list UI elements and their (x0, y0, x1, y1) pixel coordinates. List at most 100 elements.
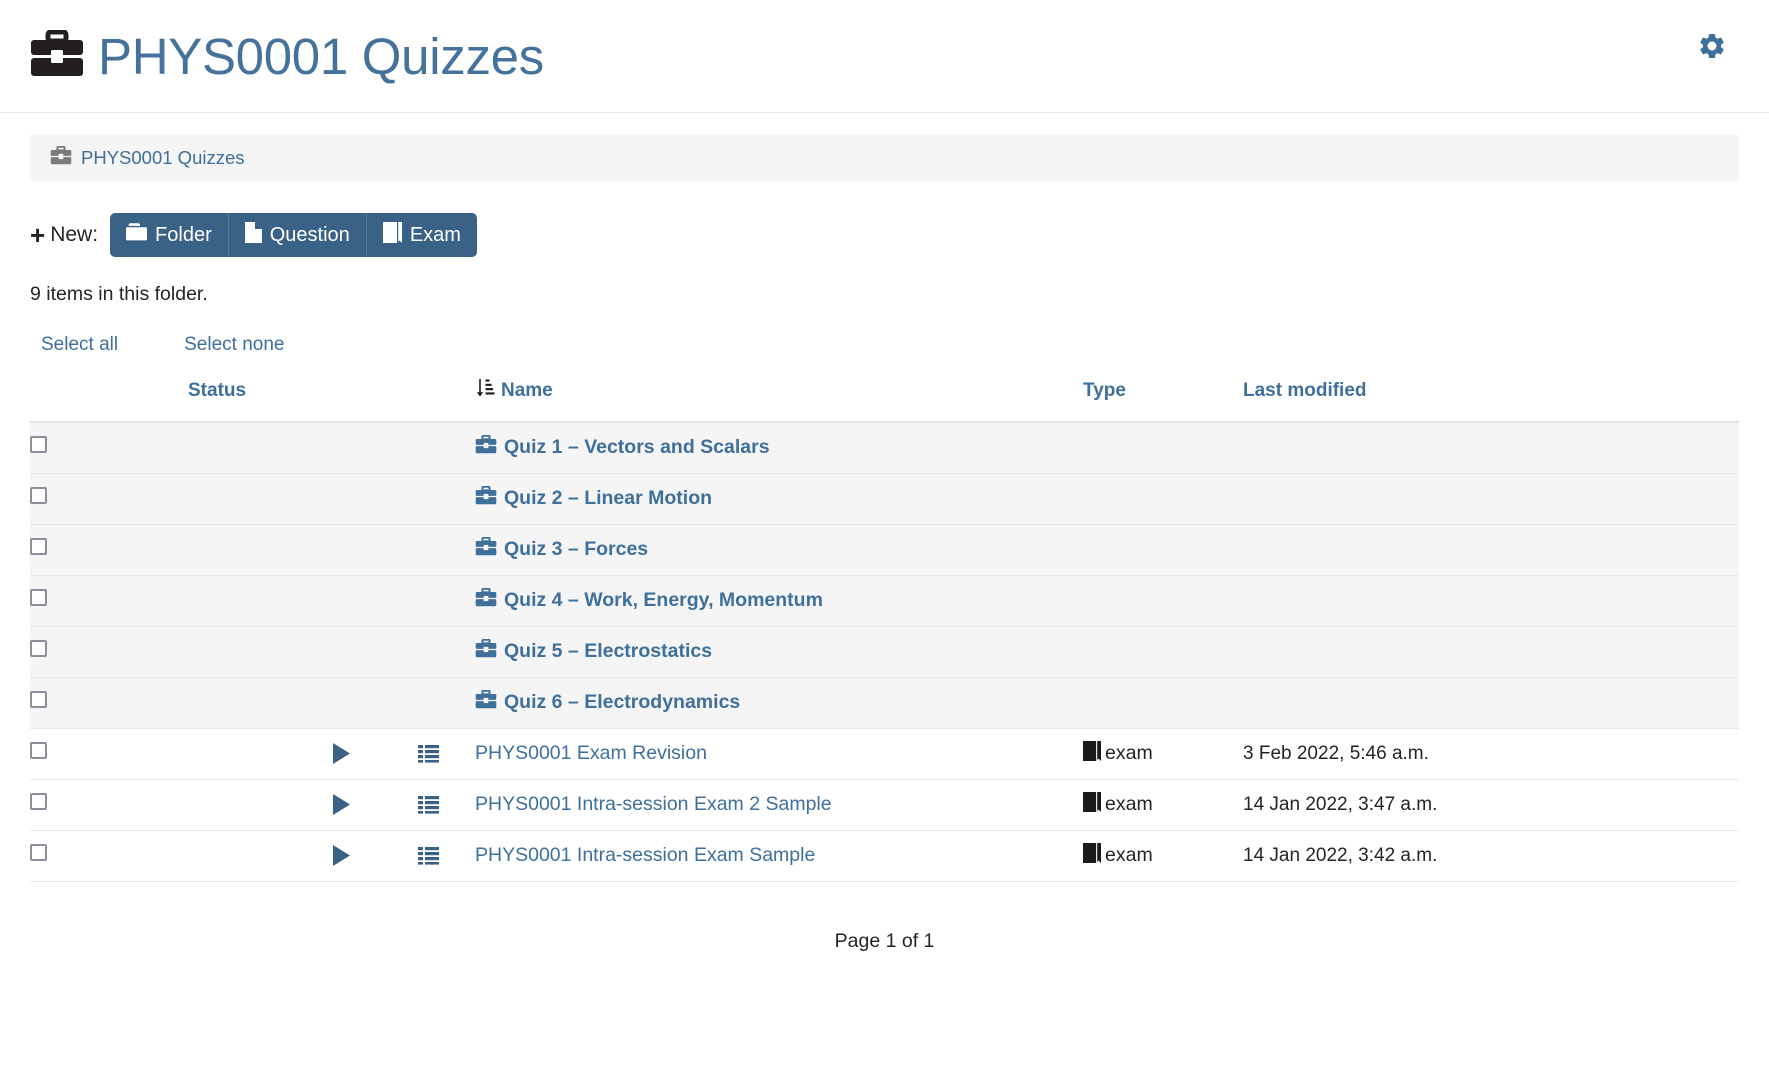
item-name-link[interactable]: PHYS0001 Intra-session Exam Sample (475, 844, 815, 867)
th-status[interactable]: Status (110, 378, 418, 423)
th-name[interactable]: Name (475, 378, 1083, 423)
row-actions-cell (418, 422, 475, 474)
list-icon[interactable] (418, 744, 439, 763)
items-count: 9 items in this folder. (30, 283, 208, 305)
folder-icon (126, 223, 148, 247)
play-icon[interactable] (332, 794, 351, 815)
th-spacer (418, 378, 475, 423)
row-actions-cell (418, 473, 475, 525)
type-cell: exam (1083, 728, 1243, 780)
row-checkbox[interactable] (30, 538, 47, 555)
th-name-label: Name (501, 379, 553, 401)
list-icon[interactable] (418, 795, 439, 814)
item-name-link[interactable]: Quiz 3 – Forces (504, 538, 648, 561)
file-icon (244, 221, 262, 249)
folder-contents-table: Status Name Type Last modified Quiz 1 – … (30, 378, 1739, 882)
row-actions-cell (418, 677, 475, 729)
gear-icon[interactable] (1697, 31, 1727, 61)
table-body: Quiz 1 – Vectors and Scalars Quiz 2 – Lin… (30, 422, 1739, 882)
row-checkbox[interactable] (30, 742, 47, 759)
row-checkbox[interactable] (30, 436, 47, 454)
page-title: PHYS0001 Quizzes (98, 27, 544, 85)
status-cell (110, 779, 418, 831)
name-cell: Quiz 1 – Vectors and Scalars (475, 422, 1083, 474)
row-select-cell (30, 473, 110, 525)
breadcrumb: PHYS0001 Quizzes (30, 135, 1739, 181)
row-checkbox[interactable] (30, 589, 47, 606)
item-name-link[interactable]: Quiz 5 – Electrostatics (504, 640, 712, 663)
sort-amount-down-icon[interactable] (475, 378, 495, 403)
row-checkbox[interactable] (30, 844, 47, 861)
name-cell: Quiz 6 – Electrodynamics (475, 677, 1083, 729)
plus-icon: + (30, 220, 46, 250)
briefcase-icon (475, 435, 497, 460)
table-header-row: Status Name Type Last modified (30, 378, 1739, 423)
row-select-cell (30, 830, 110, 882)
item-name-link[interactable]: Quiz 2 – Linear Motion (504, 487, 712, 510)
name-cell: PHYS0001 Intra-session Exam 2 Sample (475, 779, 1083, 831)
briefcase-icon (30, 29, 84, 83)
list-icon[interactable] (418, 846, 439, 865)
type-label: exam (1105, 793, 1153, 815)
row-select-cell (30, 626, 110, 678)
briefcase-icon (50, 145, 72, 170)
last-modified-cell: 3 Feb 2022, 5:46 a.m. (1243, 728, 1739, 780)
row-checkbox[interactable] (30, 487, 47, 504)
status-cell (110, 626, 418, 678)
item-name-link[interactable]: Quiz 4 – Work, Energy, Momentum (504, 589, 823, 612)
briefcase-icon (475, 485, 497, 511)
type-cell: exam (1083, 779, 1243, 831)
book-icon (1083, 740, 1101, 767)
name-cell: Quiz 4 – Work, Energy, Momentum (475, 575, 1083, 627)
main-content: PHYS0001 Quizzes + New: Folder Question … (0, 135, 1769, 953)
new-question-label: Question (269, 223, 350, 246)
item-name-link[interactable]: PHYS0001 Exam Revision (475, 742, 707, 765)
status-cell (110, 422, 418, 474)
status-cell (110, 524, 418, 576)
th-checkbox (30, 378, 110, 423)
row-actions-cell (418, 575, 475, 627)
new-exam-label: Exam (409, 223, 461, 246)
last-modified-cell (1243, 626, 1739, 678)
th-type[interactable]: Type (1083, 378, 1243, 423)
row-actions-cell (418, 626, 475, 678)
new-folder-button[interactable]: Folder (110, 213, 228, 257)
selection-links: Select all Select none (30, 334, 1739, 356)
last-modified-cell: 14 Jan 2022, 3:42 a.m. (1243, 830, 1739, 882)
table-row: PHYS0001 Exam Revision exam 3 Feb 2022, 5:… (30, 728, 1739, 780)
type-label: exam (1105, 742, 1153, 764)
table-row: Quiz 3 – Forces (30, 524, 1739, 576)
table-row: Quiz 1 – Vectors and Scalars (30, 422, 1739, 474)
new-button-group: Folder Question Exam (110, 213, 477, 257)
select-none-link[interactable]: Select none (184, 334, 284, 356)
new-exam-button[interactable]: Exam (365, 213, 477, 257)
item-name-link[interactable]: Quiz 6 – Electrodynamics (504, 691, 740, 714)
th-last-modified[interactable]: Last modified (1243, 378, 1739, 423)
new-question-button[interactable]: Question (227, 213, 366, 257)
row-checkbox[interactable] (30, 793, 47, 810)
pagination: Page 1 of 1 (834, 929, 935, 952)
row-checkbox[interactable] (30, 640, 47, 657)
new-toolbar: + New: Folder Question Exam (30, 213, 1739, 257)
table-row: Quiz 2 – Linear Motion (30, 473, 1739, 525)
type-cell (1083, 422, 1243, 474)
status-cell (110, 575, 418, 627)
last-modified-cell (1243, 473, 1739, 525)
row-select-cell (30, 575, 110, 627)
play-icon[interactable] (332, 743, 351, 764)
item-name-link[interactable]: Quiz 1 – Vectors and Scalars (504, 436, 770, 459)
book-icon (1083, 842, 1101, 869)
select-all-link[interactable]: Select all (41, 334, 118, 356)
row-select-cell (30, 524, 110, 576)
row-checkbox[interactable] (30, 691, 47, 708)
table-row: Quiz 6 – Electrodynamics (30, 677, 1739, 729)
page-header: PHYS0001 Quizzes (0, 0, 1769, 113)
table-row: Quiz 5 – Electrostatics (30, 626, 1739, 678)
breadcrumb-link-root[interactable]: PHYS0001 Quizzes (81, 147, 245, 169)
status-cell (110, 728, 418, 780)
status-cell (110, 473, 418, 525)
table-row: PHYS0001 Intra-session Exam 2 Sample exam… (30, 779, 1739, 831)
table-row: PHYS0001 Intra-session Exam Sample exam 14… (30, 830, 1739, 882)
play-icon[interactable] (332, 845, 351, 866)
item-name-link[interactable]: PHYS0001 Intra-session Exam 2 Sample (475, 793, 832, 816)
